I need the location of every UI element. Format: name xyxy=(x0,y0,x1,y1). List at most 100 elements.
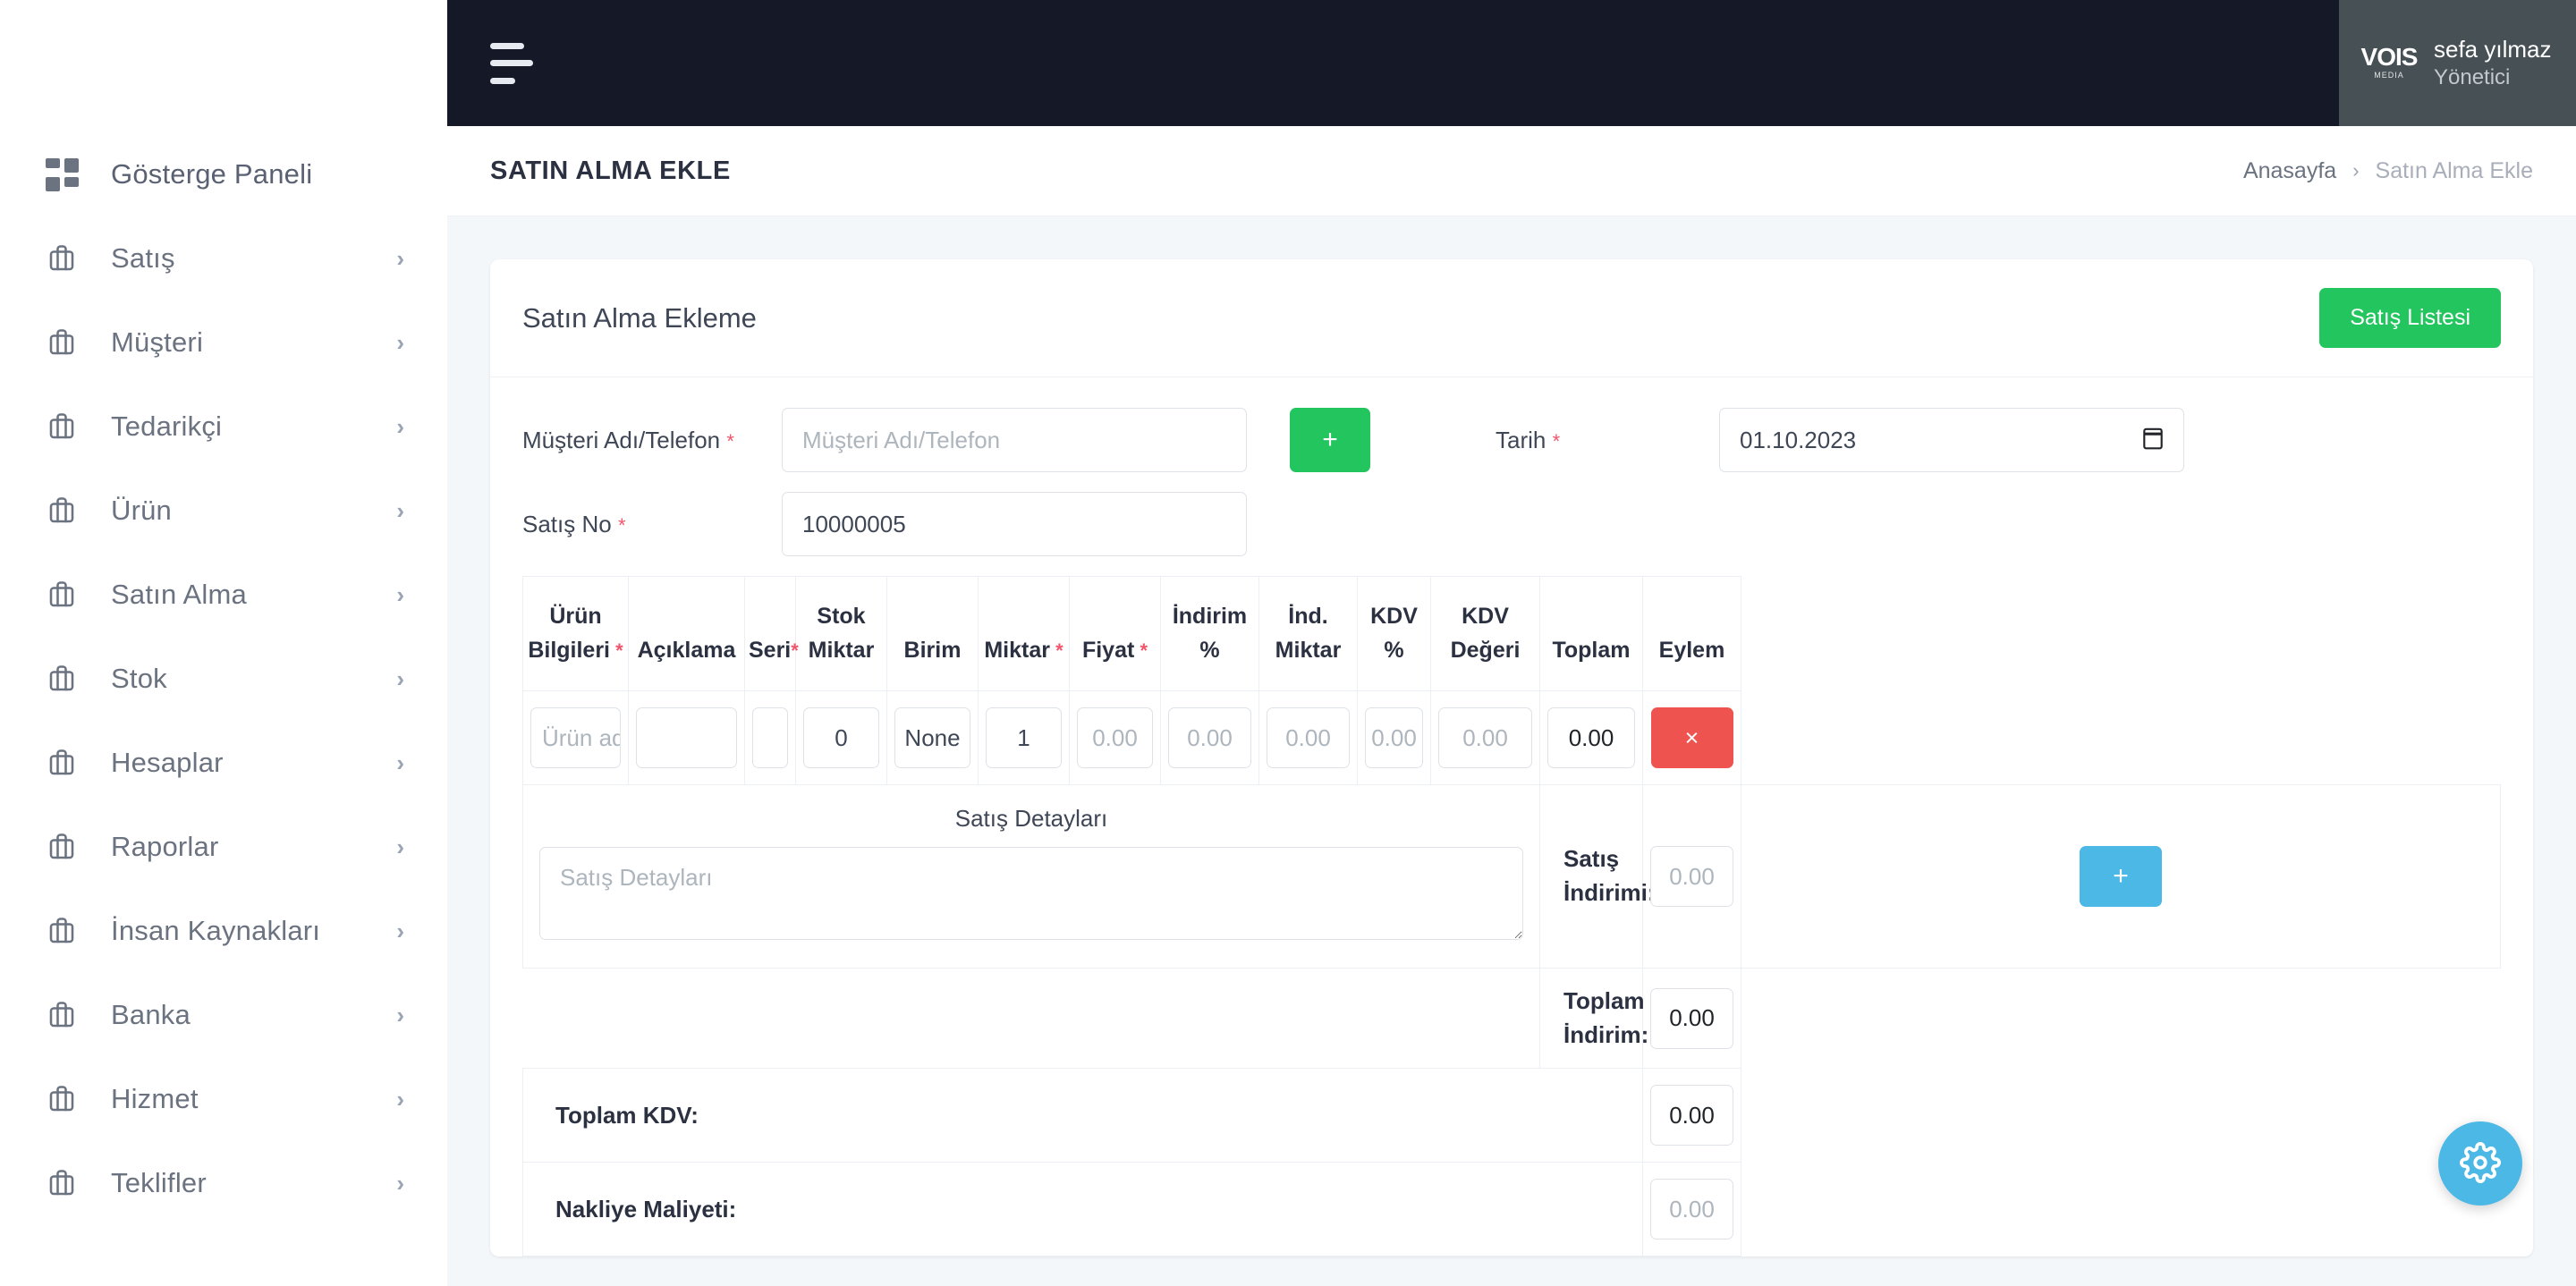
purchase-form-card: Satın Alma Ekleme Satış Listesi Müşteri … xyxy=(490,259,2533,1257)
cell-stok-miktar xyxy=(795,690,887,785)
remove-row-button[interactable]: × xyxy=(1650,707,1733,768)
sale-no-label: Satış No * xyxy=(522,511,626,537)
total-discount-label: Toplam İndirim: xyxy=(1563,987,1649,1048)
sidebar-item-label: Stok xyxy=(111,663,167,694)
app-root: Gösterge Paneli Satış › Müşteri › Tedari… xyxy=(0,0,2576,1286)
user-name: sefa yılmaz xyxy=(2434,36,2552,63)
form-row-sale-no: Satış No * xyxy=(522,492,2501,556)
sidebar-item-hesaplar[interactable]: Hesaplar › xyxy=(0,721,447,805)
sidebar-item-raporlar[interactable]: Raporlar › xyxy=(0,805,447,889)
date-field-wrap xyxy=(1719,408,2184,472)
customer-label: Müşteri Adı/Telefon * xyxy=(522,427,734,453)
sidebar-item-label: Müşteri xyxy=(111,326,204,358)
vat-value-input[interactable] xyxy=(1438,707,1532,768)
cell-birim xyxy=(886,690,979,785)
cell-add-row: + xyxy=(1741,784,2501,969)
user-profile-menu[interactable]: VOIS MEDIA sefa yılmaz Yönetici xyxy=(2339,0,2576,126)
chevron-right-icon: › xyxy=(396,917,404,944)
total-discount-input[interactable] xyxy=(1650,987,1733,1049)
chevron-right-icon: › xyxy=(396,833,404,860)
cell-shipping-label: Nakliye Maliyeti: xyxy=(522,1162,1643,1257)
sidebar: Gösterge Paneli Satış › Müşteri › Tedari… xyxy=(0,0,447,1286)
sale-no-input[interactable] xyxy=(782,492,1247,556)
line-total-input[interactable] xyxy=(1547,707,1635,768)
cell-indirim-yuzde xyxy=(1160,690,1259,785)
col-stok-miktar: Stok Miktar xyxy=(795,576,887,691)
customer-input[interactable] xyxy=(782,408,1247,472)
form-row-customer-date: Müşteri Adı/Telefon * + Tarih * xyxy=(522,408,2501,472)
quantity-input[interactable] xyxy=(986,707,1062,768)
items-table: Ürün Bilgileri * Açıklama Seri* Stok Mikt… xyxy=(522,576,2501,1257)
breadcrumb-home[interactable]: Anasayfa xyxy=(2243,158,2336,184)
page-content: Satın Alma Ekleme Satış Listesi Müşteri … xyxy=(447,216,2576,1286)
price-input[interactable] xyxy=(1077,707,1153,768)
sidebar-item-label: Hizmet xyxy=(111,1083,199,1114)
briefcase-icon xyxy=(43,660,80,698)
sale-discount-label: Satış İndirimi: xyxy=(1563,845,1656,906)
briefcase-icon xyxy=(43,912,80,950)
add-customer-button[interactable]: + xyxy=(1290,408,1370,472)
sidebar-item-stok[interactable]: Stok › xyxy=(0,637,447,721)
sidebar-item-teklifler[interactable]: Teklifler › xyxy=(0,1141,447,1225)
shipping-label: Nakliye Maliyeti: xyxy=(555,1195,737,1223)
sidebar-item-label: Raporlar xyxy=(111,831,219,862)
hamburger-icon[interactable] xyxy=(490,42,540,84)
unit-input[interactable] xyxy=(894,707,970,768)
sidebar-item-satis[interactable]: Satış › xyxy=(0,216,447,300)
shipping-input[interactable] xyxy=(1650,1179,1733,1240)
sidebar-item-tedarikci[interactable]: Tedarikçi › xyxy=(0,385,447,469)
col-kdv-degeri: KDV Değeri xyxy=(1430,576,1540,691)
settings-fab-button[interactable] xyxy=(2438,1121,2522,1206)
sale-discount-input[interactable] xyxy=(1650,846,1733,907)
cell-fiyat xyxy=(1069,690,1161,785)
col-urun-bilgileri: Ürün Bilgileri * xyxy=(522,576,629,691)
cell-sale-discount-input xyxy=(1642,784,1741,969)
add-row-button[interactable]: + xyxy=(2080,846,2162,907)
avatar-logo-sub: MEDIA xyxy=(2374,71,2404,80)
sidebar-item-banka[interactable]: Banka › xyxy=(0,973,447,1057)
serial-input[interactable] xyxy=(752,707,788,768)
required-asterisk: * xyxy=(1552,430,1561,453)
discount-pct-input[interactable] xyxy=(1168,707,1251,768)
cell-spacer-total-discount xyxy=(522,968,1540,1069)
required-asterisk: * xyxy=(617,514,626,537)
sidebar-item-musteri[interactable]: Müşteri › xyxy=(0,300,447,385)
col-indirim-yuzde: İndirim % xyxy=(1160,576,1259,691)
date-input[interactable] xyxy=(1719,408,2184,472)
chevron-right-icon: › xyxy=(2352,159,2360,182)
chevron-right-icon: › xyxy=(396,1001,404,1028)
sidebar-item-label: Satış xyxy=(111,242,175,274)
sales-list-button[interactable]: Satış Listesi xyxy=(2319,288,2501,348)
chevron-right-icon: › xyxy=(396,496,404,524)
sidebar-item-urun[interactable]: Ürün › xyxy=(0,469,447,553)
cell-sale-discount-label: Satış İndirimi: xyxy=(1539,784,1656,969)
sidebar-item-label: Gösterge Paneli xyxy=(111,158,313,190)
card-body: Müşteri Adı/Telefon * + Tarih * xyxy=(490,377,2533,1257)
description-input[interactable] xyxy=(636,707,737,768)
sidebar-item-hizmet[interactable]: Hizmet › xyxy=(0,1057,447,1141)
briefcase-icon xyxy=(43,1164,80,1202)
discount-amount-input[interactable] xyxy=(1267,707,1350,768)
col-kdv-yuzde: KDV % xyxy=(1357,576,1431,691)
table-header-row: Ürün Bilgileri * Açıklama Seri* Stok Mikt… xyxy=(522,576,2501,691)
total-vat-input[interactable] xyxy=(1650,1085,1733,1146)
avatar: VOIS MEDIA xyxy=(2359,33,2419,94)
product-input[interactable] xyxy=(530,707,621,768)
briefcase-icon xyxy=(43,996,80,1034)
stock-qty-input[interactable] xyxy=(803,707,879,768)
sidebar-item-label: Ürün xyxy=(111,495,172,526)
sidebar-item-gosterge-paneli[interactable]: Gösterge Paneli xyxy=(0,132,447,216)
sidebar-item-insan-kaynaklari[interactable]: İnsan Kaynakları › xyxy=(0,889,447,973)
sidebar-item-label: Hesaplar xyxy=(111,747,224,778)
chevron-right-icon: › xyxy=(396,328,404,356)
vat-pct-input[interactable] xyxy=(1365,707,1423,768)
briefcase-icon xyxy=(43,408,80,445)
briefcase-icon xyxy=(43,576,80,613)
sale-details-textarea[interactable] xyxy=(539,847,1523,940)
chevron-right-icon: › xyxy=(396,1169,404,1197)
page-header: SATIN ALMA EKLE Anasayfa › Satın Alma Ek… xyxy=(447,126,2576,216)
sidebar-item-satin-alma[interactable]: Satın Alma › xyxy=(0,553,447,637)
page-title: SATIN ALMA EKLE xyxy=(490,156,731,185)
sidebar-item-label: Teklifler xyxy=(111,1167,207,1198)
sidebar-item-label: Tedarikçi xyxy=(111,410,223,442)
